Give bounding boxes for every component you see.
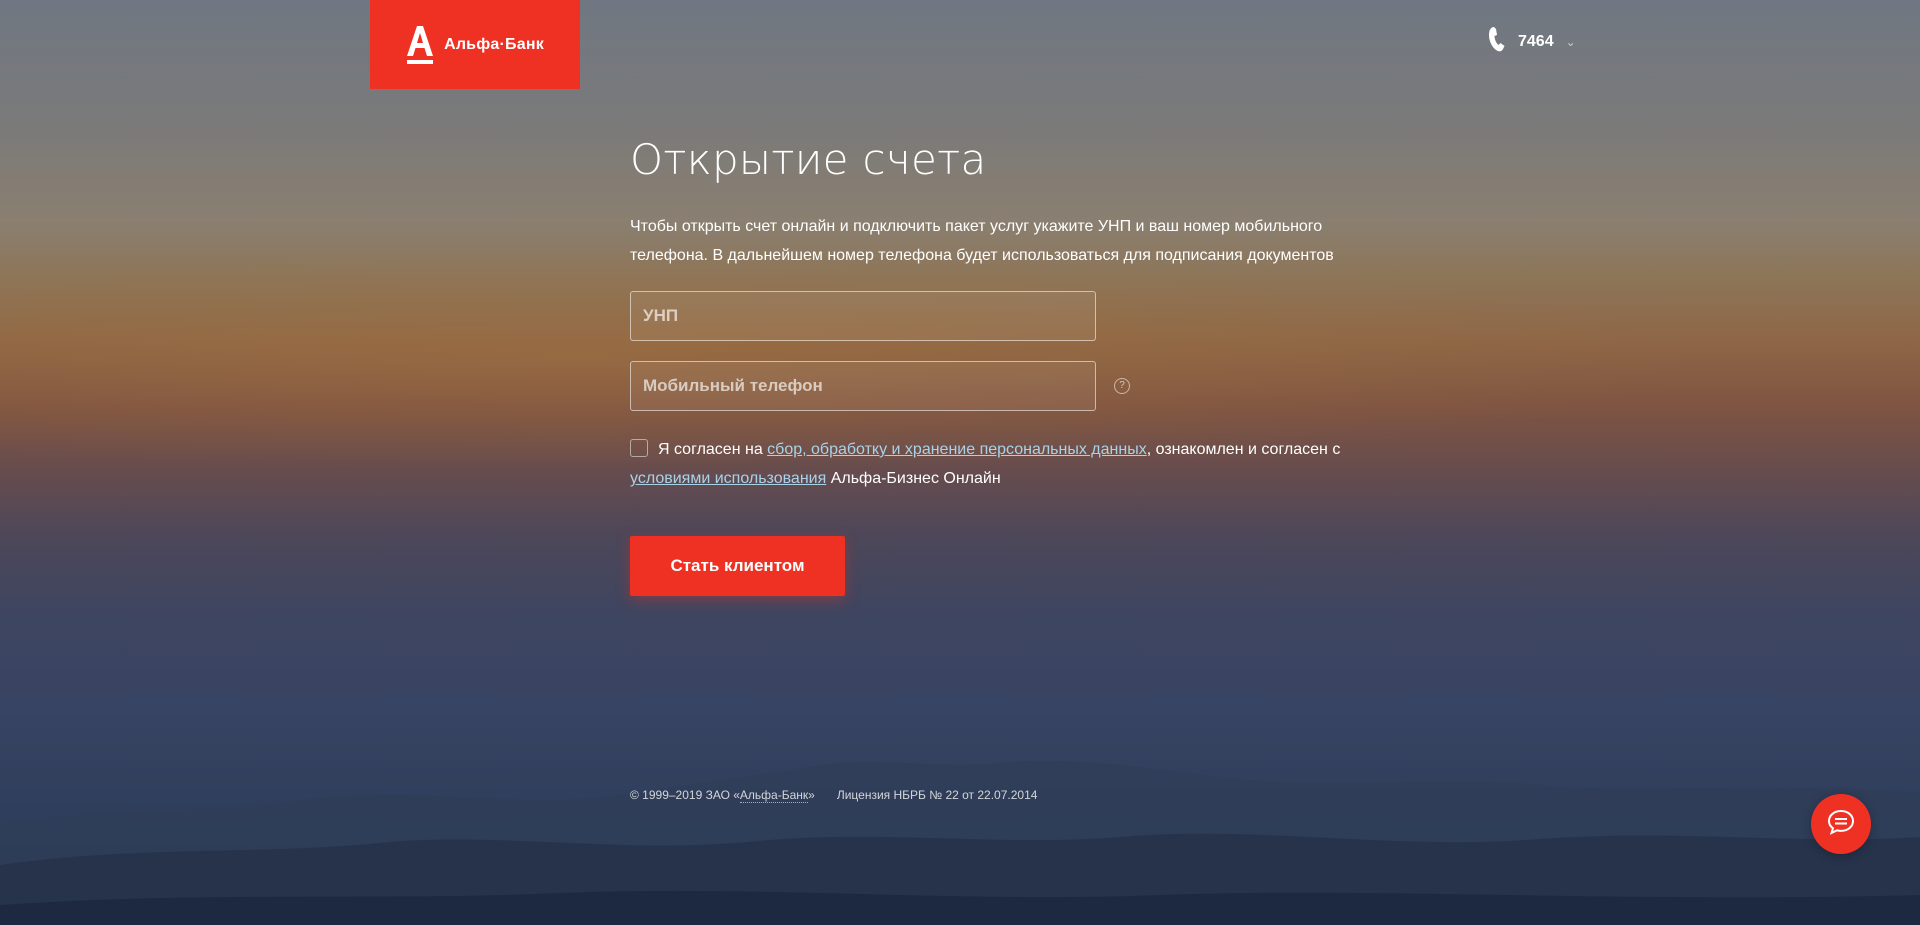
copyright-prefix: © 1999–2019 ЗАО « <box>630 788 740 802</box>
phone-handset-icon <box>1488 26 1508 57</box>
consent-block: Я согласен на сбор, обработку и хранение… <box>630 435 1350 493</box>
chat-bubble-icon <box>1826 808 1856 841</box>
phone-contact[interactable]: 7464 ⌄ <box>1488 26 1576 57</box>
phone-number: 7464 <box>1518 32 1554 50</box>
alfa-a-icon <box>406 24 434 66</box>
page-title: Открытие счета <box>630 135 987 184</box>
unp-field-row <box>630 291 1370 341</box>
terms-of-use-link[interactable]: условиями использования <box>630 470 826 487</box>
mountain-silhouette <box>0 760 1920 925</box>
alfa-bank-footer-link[interactable]: Альфа-Банк <box>739 788 809 803</box>
license-text: Лицензия НБРБ № 22 от 22.07.2014 <box>836 788 1038 802</box>
help-icon[interactable]: ? <box>1114 378 1130 394</box>
mobile-phone-input[interactable] <box>630 361 1096 411</box>
phone-field-row: ? <box>630 361 1370 411</box>
alfa-bank-logo[interactable]: Альфа·Банк <box>370 0 580 89</box>
copyright-suffix: » <box>808 788 815 802</box>
footer: © 1999–2019 ЗАО «Альфа-Банк» Лицензия НБ… <box>630 788 1038 803</box>
become-client-button[interactable]: Стать клиентом <box>630 536 845 596</box>
personal-data-link[interactable]: сбор, обработку и хранение персональных … <box>767 441 1147 458</box>
consent-suffix: Альфа-Бизнес Онлайн <box>826 470 1001 487</box>
consent-middle: , ознакомлен и согласен с <box>1146 441 1341 458</box>
consent-prefix: Я согласен на <box>658 441 768 458</box>
logo-text: Альфа·Банк <box>444 35 544 53</box>
unp-input[interactable] <box>630 291 1096 341</box>
chevron-down-icon[interactable]: ⌄ <box>1566 35 1576 49</box>
copyright: © 1999–2019 ЗАО «Альфа-Банк» <box>630 788 815 803</box>
consent-checkbox[interactable] <box>630 439 648 457</box>
chat-button[interactable] <box>1811 794 1871 854</box>
account-opening-form: Открытие счета Чтобы открыть счет онлайн… <box>630 130 1370 596</box>
intro-text: Чтобы открыть счет онлайн и подключить п… <box>630 218 1334 264</box>
